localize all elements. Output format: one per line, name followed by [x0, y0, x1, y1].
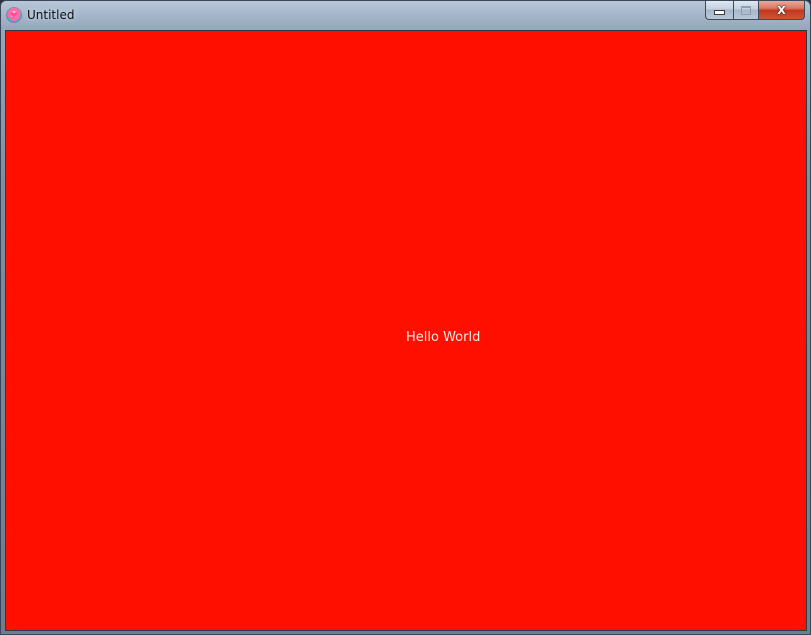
maximize-icon	[741, 5, 751, 15]
app-heart-icon[interactable]	[7, 8, 21, 22]
window-title: Untitled	[27, 8, 75, 22]
minimize-icon	[714, 10, 725, 15]
hello-world-label: Hello World	[406, 330, 481, 345]
heart-icon	[10, 12, 18, 18]
close-button[interactable]: X	[759, 1, 805, 20]
app-window: Untitled X Hello World	[0, 0, 811, 635]
maximize-button[interactable]	[733, 1, 759, 20]
title-bar[interactable]: Untitled X	[1, 1, 810, 29]
minimize-button[interactable]	[705, 1, 733, 20]
window-controls: X	[705, 1, 805, 20]
client-area[interactable]: Hello World	[5, 30, 807, 631]
close-icon: X	[777, 3, 786, 17]
